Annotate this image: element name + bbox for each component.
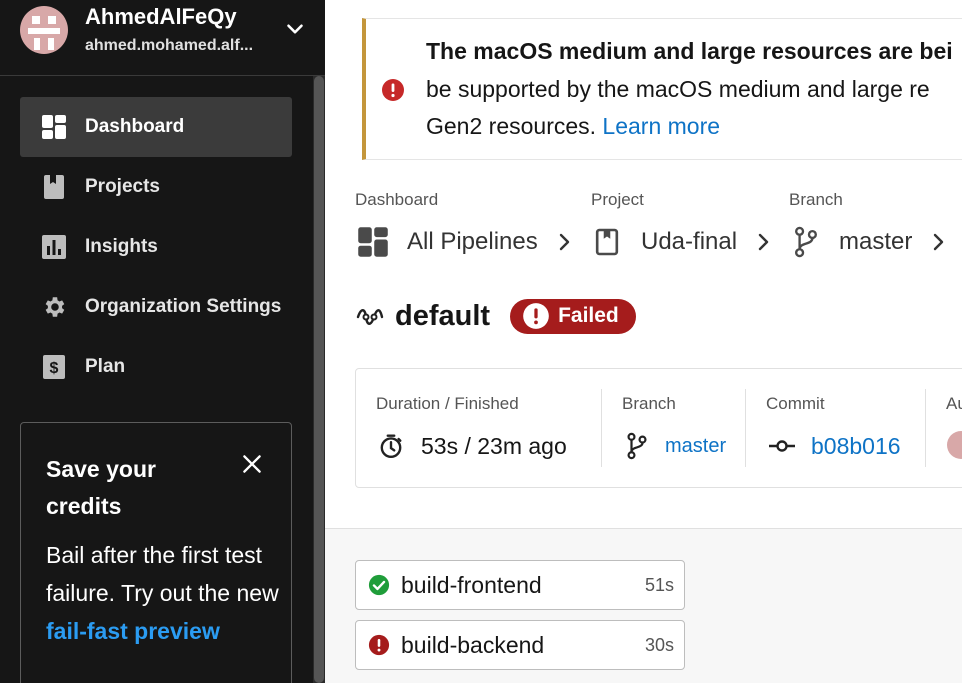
projects-icon — [595, 225, 625, 259]
account-name: AhmedAlFeQy — [85, 4, 237, 29]
breadcrumb-label-project: Project — [591, 190, 644, 209]
status-badge: Failed — [510, 298, 636, 334]
job-build-backend[interactable]: build-backend 30s — [355, 620, 685, 670]
commit-value[interactable]: b08b016 — [768, 429, 901, 463]
sidebar-item-label: Projects — [85, 176, 160, 197]
insights-icon — [41, 234, 67, 260]
job-build-frontend[interactable]: build-frontend 51s — [355, 560, 685, 610]
dashboard-icon — [357, 225, 391, 259]
svg-text:$: $ — [50, 360, 59, 377]
breadcrumb-branch[interactable]: master — [793, 224, 948, 260]
breadcrumb-all-pipelines[interactable]: All Pipelines — [357, 224, 574, 260]
job-name: build-frontend — [401, 571, 542, 598]
duration-text: 53s / 23m ago — [421, 432, 567, 459]
breadcrumb-label-branch: Branch — [789, 190, 843, 209]
resource-deprecation-banner: The macOS medium and large resources are… — [362, 18, 962, 160]
error-icon — [523, 303, 549, 329]
branch-label: Branch — [622, 394, 676, 413]
status-text: Failed — [558, 304, 619, 327]
jobs-panel: build-frontend 51s build-backend 30s — [325, 528, 962, 683]
banner-text-prefix: Gen2 resources. — [426, 113, 597, 139]
sidebar-item-dashboard[interactable]: Dashboard — [20, 97, 292, 157]
sidebar-item-label: Dashboard — [85, 116, 185, 137]
gear-icon — [41, 294, 67, 320]
sidebar-item-insights[interactable]: Insights — [20, 217, 292, 277]
sidebar-item-plan[interactable]: $ Plan — [20, 337, 292, 397]
banner-title: The macOS medium and large resources are… — [426, 38, 953, 64]
sidebar: AhmedAlFeQy ahmed.mohamed.alf... Dashboa… — [0, 0, 325, 683]
learn-more-link[interactable]: Learn more — [602, 113, 720, 139]
fail-fast-link[interactable]: fail-fast preview — [46, 618, 220, 644]
banner-text: be supported by the macOS medium and lar… — [426, 76, 930, 102]
commit-icon — [768, 432, 796, 460]
breadcrumb-value: Uda-final — [641, 228, 738, 255]
timer-icon — [378, 432, 406, 460]
breadcrumb-project[interactable]: Uda-final — [595, 224, 773, 260]
account-email: ahmed.mohamed.alf... — [85, 37, 254, 54]
banner-text-2: Gen2 resources. Learn more — [426, 113, 720, 140]
success-icon — [368, 574, 390, 596]
close-icon[interactable] — [239, 451, 265, 477]
author-label: Au — [946, 394, 962, 413]
pipeline-details: Duration / Finished 53s / 23m ago Branch… — [355, 368, 962, 488]
breadcrumb-value: All Pipelines — [407, 228, 538, 255]
commit-link[interactable]: b08b016 — [811, 433, 901, 460]
error-icon — [368, 634, 390, 656]
promo-card: Save your credits Bail after the first t… — [20, 422, 292, 683]
dashboard-icon — [41, 114, 67, 140]
workflow-header: default Failed — [355, 296, 636, 336]
duration-value: 53s / 23m ago — [378, 429, 567, 463]
sidebar-item-organization-settings[interactable]: Organization Settings — [20, 277, 292, 337]
projects-icon — [41, 174, 67, 200]
breadcrumb-value: master — [839, 228, 913, 255]
job-duration: 51s — [644, 574, 674, 595]
branch-icon — [626, 432, 650, 460]
workflow-icon — [356, 309, 384, 325]
breadcrumb-label-dashboard: Dashboard — [355, 190, 439, 209]
sidebar-scrollbar[interactable] — [313, 76, 325, 683]
avatar — [20, 6, 68, 54]
error-icon — [382, 79, 404, 101]
branch-icon — [793, 225, 823, 259]
main-content: The macOS medium and large resources are… — [325, 0, 962, 683]
author-avatar — [947, 431, 962, 459]
duration-label: Duration / Finished — [376, 394, 519, 413]
sidebar-item-projects[interactable]: Projects — [20, 157, 292, 217]
chevron-down-icon[interactable] — [282, 16, 308, 42]
promo-card-text: Bail after the first test failure. Try o… — [46, 542, 279, 606]
workflow-name: default — [395, 299, 491, 332]
chevron-right-icon — [758, 233, 769, 251]
promo-card-title: Save your credits — [46, 456, 156, 519]
promo-card-body: Bail after the first test failure. Try o… — [46, 536, 286, 650]
job-duration: 30s — [644, 634, 674, 655]
job-name: build-backend — [401, 631, 545, 658]
branch-link[interactable]: master — [665, 435, 726, 458]
sidebar-item-label: Insights — [85, 236, 158, 257]
chevron-right-icon — [934, 233, 944, 251]
sidebar-item-label: Plan — [85, 356, 126, 377]
chevron-right-icon — [559, 233, 569, 251]
plan-icon: $ — [41, 354, 67, 380]
branch-value[interactable]: master — [626, 429, 726, 463]
commit-label: Commit — [766, 394, 825, 413]
account-switcher[interactable]: AhmedAlFeQy ahmed.mohamed.alf... — [0, 0, 325, 76]
sidebar-item-label: Organization Settings — [85, 296, 282, 317]
